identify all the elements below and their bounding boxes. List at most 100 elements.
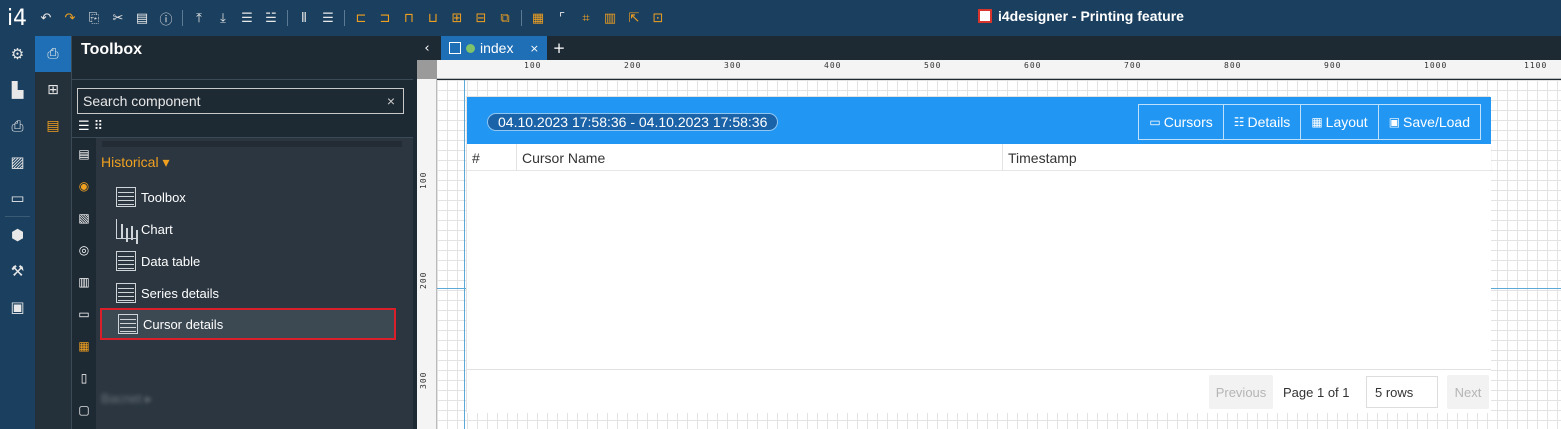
align-bottom-edges-icon[interactable]: ⊔ (421, 7, 445, 29)
table-icon[interactable]: ▦ (72, 330, 96, 362)
eye-icon[interactable]: ◎ (72, 234, 96, 266)
redo-icon[interactable]: ↷ (58, 7, 82, 29)
previous-button[interactable]: Previous (1209, 375, 1273, 409)
undo-icon[interactable]: ↶ (34, 7, 58, 29)
align-left-icon[interactable]: ⊏ (349, 7, 373, 29)
copy-icon[interactable]: ⎘ (82, 7, 106, 29)
next-button[interactable]: Next (1447, 375, 1489, 409)
toolbar-divider (287, 10, 288, 26)
paste-icon[interactable]: ▤ (130, 7, 154, 29)
lock-icon[interactable]: ◉ (72, 170, 96, 202)
snap-corner-icon[interactable]: ⌜ (550, 7, 574, 29)
ruler-label: 800 (1224, 61, 1242, 70)
form-icon[interactable]: ▧ (72, 202, 96, 234)
table-grid-icon[interactable]: ▥ (598, 7, 622, 29)
ruler-label: 100 (419, 171, 428, 189)
package-icon[interactable]: ⬢ (0, 217, 35, 253)
align-top-edges-icon[interactable]: ⊓ (397, 7, 421, 29)
monitor-icon[interactable]: ▭ (0, 180, 35, 216)
column-header-cursor-name[interactable]: Cursor Name (517, 144, 1003, 171)
list-icon[interactable]: ▤ (72, 138, 96, 170)
distribute-rows-icon[interactable]: ☰ (316, 7, 340, 29)
guide-line-vertical (464, 80, 465, 429)
details-button[interactable]: ☷ Details (1222, 104, 1302, 140)
column-header-number[interactable]: # (467, 144, 517, 171)
center-vertical-icon[interactable]: ⊞ (445, 7, 469, 29)
main-rail: ⚙ ▙ ⎙ ▨ ▭ ⬢ ⚒ ▣ (0, 36, 35, 429)
gear-icon[interactable]: ⚙ (0, 36, 35, 72)
distribute-bottom-icon[interactable]: ☱ (259, 7, 283, 29)
align-bottom-icon[interactable]: ⤓ (211, 7, 235, 29)
chip-icon[interactable]: ▢ (72, 394, 96, 426)
close-icon[interactable]: × (530, 42, 539, 55)
component-data-table[interactable]: Data table (100, 246, 396, 276)
clear-icon[interactable]: × (379, 93, 403, 109)
table-icon (116, 251, 136, 271)
ruler-corner (417, 60, 437, 79)
ruler-label: 600 (1024, 61, 1042, 70)
cut-icon[interactable]: ✂ (106, 7, 130, 29)
grid-icon[interactable]: ▦ (526, 7, 550, 29)
distribute-columns-icon[interactable]: ⫴ (292, 7, 316, 29)
ruler-label: 700 (1124, 61, 1142, 70)
component-toolbox[interactable]: Toolbox (100, 182, 396, 212)
app-window: i4 ↶ ↷ ⎘ ✂ ▤ ⓘ ⤒ ⤓ ☰ ☱ ⫴ ☰ ⊏ ⊐ ⊓ ⊔ ⊞ ⊟ ⧉… (0, 0, 1561, 429)
component-label: Series details (141, 285, 220, 301)
settings-map-icon[interactable]: ⚒ (0, 253, 35, 289)
dashboard-icon[interactable]: ▙ (0, 72, 35, 108)
chevron-left-icon[interactable]: ‹ (413, 36, 441, 60)
toolbox-panel: Toolbox × ☰ ⠿ ▤ ◉ ▧ ◎ ▥ ▭ ▦ ▯ ▢ Historic… (72, 36, 413, 429)
align-right-icon[interactable]: ⊐ (373, 7, 397, 29)
view-toggle: ☰ ⠿ (78, 119, 103, 134)
ruler-label: 400 (824, 61, 842, 70)
list-view-icon[interactable]: ☰ (78, 119, 90, 134)
button-label: Layout (1325, 114, 1368, 130)
report-icon[interactable]: ▨ (0, 144, 35, 180)
ruler-label: 1000 (1424, 61, 1448, 70)
tab-index[interactable]: index × (441, 36, 547, 60)
window-icon[interactable]: ▭ (72, 298, 96, 330)
printer-icon[interactable]: ⎙ (0, 108, 35, 144)
properties-icon[interactable]: ⊞ (35, 72, 71, 108)
category-blurred[interactable]: Bacnet ▸ (101, 391, 152, 407)
component-cursor-details[interactable]: Cursor details (100, 308, 396, 340)
cursors-button[interactable]: ▭ Cursors (1138, 104, 1224, 140)
ruler-label: 300 (724, 61, 742, 70)
rows-per-page-select[interactable]: 5 rows (1366, 376, 1438, 408)
snap-center-icon[interactable]: ⌗ (574, 7, 598, 29)
category-historical[interactable]: Historical ▾ (101, 154, 169, 171)
category-rail: ▤ ◉ ▧ ◎ ▥ ▭ ▦ ▯ ▢ (72, 138, 96, 429)
align-top-icon[interactable]: ⤒ (187, 7, 211, 29)
component-series-details[interactable]: Series details (100, 278, 396, 308)
layout-button[interactable]: ▦ Layout (1300, 104, 1379, 140)
grid-view-icon[interactable]: ⠿ (94, 119, 104, 134)
component-label: Chart (141, 221, 173, 237)
column-header-timestamp[interactable]: Timestamp (1003, 144, 1491, 171)
center-horizontal-icon[interactable]: ⊟ (469, 7, 493, 29)
info-icon[interactable]: ⓘ (154, 7, 178, 29)
app-icon (978, 9, 992, 23)
table-icon: ▦ (1311, 115, 1323, 129)
book-icon[interactable]: ▥ (72, 266, 96, 298)
ruler-label: 200 (624, 61, 642, 70)
save-load-button[interactable]: ▣ Save/Load (1377, 104, 1481, 140)
distribute-top-icon[interactable]: ☰ (235, 7, 259, 29)
grid-tools: ▦ ⌜ ⌗ ▥ ⇱ ⊡ (526, 7, 670, 29)
table-icon (118, 314, 138, 334)
toolbox-printer-icon[interactable]: ⎙ (35, 36, 71, 72)
add-tab-button[interactable]: + (547, 36, 571, 60)
component-label: Toolbox (141, 189, 186, 205)
cursor-details-widget[interactable]: 04.10.2023 17:58:36 - 04.10.2023 17:58:3… (466, 96, 1491, 413)
fit-icon[interactable]: ⊡ (646, 7, 670, 29)
header-button-group: ▭ Cursors ☷ Details ▦ Layout ▣ Save/Load (1138, 104, 1481, 140)
archive-icon[interactable]: ▣ (0, 289, 35, 325)
pointer-grid-icon[interactable]: ⇱ (622, 7, 646, 29)
date-range-badge[interactable]: 04.10.2023 17:58:36 - 04.10.2023 17:58:3… (487, 113, 779, 131)
notes-icon[interactable]: ▤ (35, 108, 71, 144)
ruler-label: 900 (1324, 61, 1342, 70)
search-input[interactable] (83, 93, 379, 109)
cursor-icon: ▭ (1149, 115, 1161, 129)
panel-icon[interactable]: ▯ (72, 362, 96, 394)
component-chart[interactable]: Chart (100, 214, 396, 244)
bring-front-icon[interactable]: ⧉ (493, 7, 517, 29)
